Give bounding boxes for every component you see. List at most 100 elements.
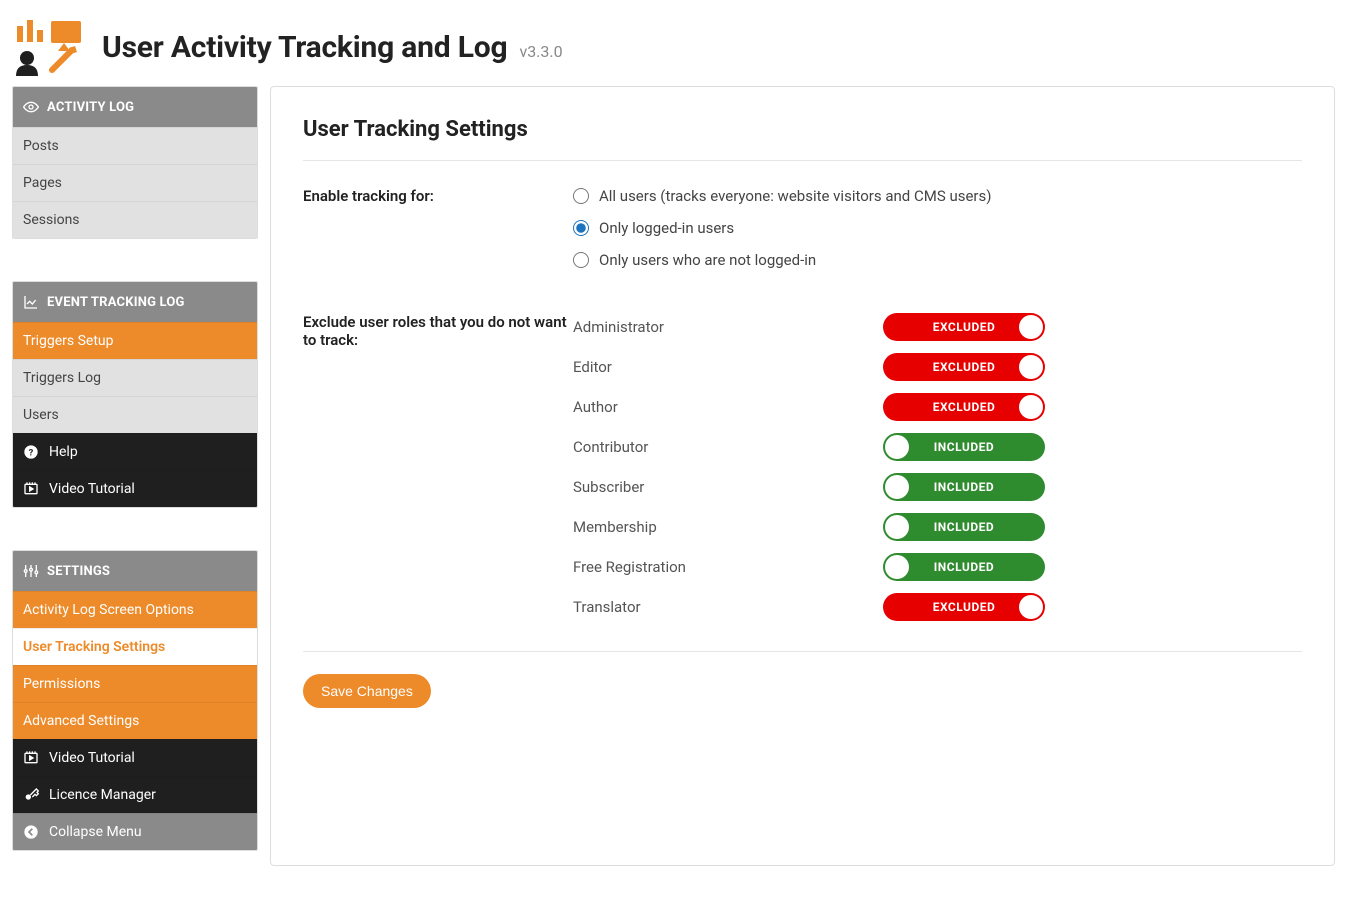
toggle-knob [1019, 595, 1043, 619]
sliders-icon [23, 563, 39, 579]
sidebar-item-label: Sessions [23, 212, 80, 228]
sidebar-item[interactable]: Permissions [13, 665, 257, 702]
sidebar-item[interactable]: Activity Log Screen Options [13, 591, 257, 628]
tracking-radio[interactable] [573, 252, 589, 268]
role-row: EditorEXCLUDED [573, 353, 1302, 381]
role-name: Translator [573, 598, 863, 616]
role-row: Author EXCLUDED [573, 393, 1302, 421]
sidebar-item-label: Permissions [23, 676, 100, 692]
tracking-option-label: All users (tracks everyone: website visi… [599, 187, 991, 205]
settings-heading: User Tracking Settings [303, 117, 1302, 142]
role-row: Administrator EXCLUDED [573, 313, 1302, 341]
role-row: Contributor INCLUDED [573, 433, 1302, 461]
tracking-option[interactable]: All users (tracks everyone: website visi… [573, 187, 1302, 205]
sidebar-item-label: Collapse Menu [49, 824, 142, 840]
eye-icon [23, 99, 39, 115]
sidebar-section-title: ACTIVITY LOG [47, 100, 134, 115]
toggle-knob [885, 515, 909, 539]
sidebar-item[interactable]: Posts [13, 127, 257, 164]
page-title: User Activity Tracking and Log [102, 30, 507, 65]
role-toggle[interactable]: EXCLUDED [883, 313, 1045, 341]
version-label: v3.3.0 [519, 42, 562, 61]
sidebar-item-label: Activity Log Screen Options [23, 602, 194, 618]
role-name: Membership [573, 518, 863, 536]
role-row: Membership INCLUDED [573, 513, 1302, 541]
role-toggle[interactable]: EXCLUDED [883, 593, 1045, 621]
tracking-option[interactable]: Only users who are not logged-in [573, 251, 1302, 269]
sidebar-item[interactable]: Advanced Settings [13, 702, 257, 739]
sidebar-section-title: EVENT TRACKING LOG [47, 295, 185, 310]
sidebar-item[interactable]: User Tracking Settings [13, 628, 257, 665]
sidebar-item-label: Video Tutorial [49, 481, 135, 497]
sidebar-item-label: Pages [23, 175, 62, 191]
key-icon [23, 787, 39, 803]
role-row: Translator EXCLUDED [573, 593, 1302, 621]
help-icon: ? [23, 444, 39, 460]
svg-text:?: ? [29, 447, 34, 458]
toggle-knob [1019, 395, 1043, 419]
roles-list: AdministratorEXCLUDEDEditorEXCLUDEDAutho… [573, 313, 1302, 621]
role-toggle-label: EXCLUDED [933, 400, 996, 414]
main-panel: User Tracking Settings Enable tracking f… [270, 86, 1335, 866]
sidebar-item-label: Triggers Log [23, 370, 101, 386]
sidebar-section: EVENT TRACKING LOG Triggers Setup Triggers… [12, 281, 258, 508]
role-toggle[interactable]: INCLUDED [883, 553, 1045, 581]
role-row: Free Registration INCLUDED [573, 553, 1302, 581]
page-header: User Activity Tracking and Log v3.3.0 [0, 0, 1347, 86]
sidebar-item-label: Users [23, 407, 59, 423]
role-name: Contributor [573, 438, 863, 456]
sidebar-item-label: Posts [23, 138, 59, 154]
role-name: Administrator [573, 318, 863, 336]
role-name: Subscriber [573, 478, 863, 496]
sidebar-item[interactable]: Licence Manager [13, 776, 257, 813]
role-toggle[interactable]: EXCLUDED [883, 353, 1045, 381]
sidebar-item[interactable]: Collapse Menu [13, 813, 257, 850]
chart-icon [23, 294, 39, 310]
sidebar-section-title: SETTINGS [47, 564, 110, 579]
sidebar-section: ACTIVITY LOG Posts Pages Sessions [12, 86, 258, 239]
enable-tracking-row: Enable tracking for: All users (tracks e… [303, 187, 1302, 283]
role-toggle[interactable]: INCLUDED [883, 513, 1045, 541]
sidebar-item[interactable]: Users [13, 396, 257, 433]
role-toggle-label: INCLUDED [934, 480, 994, 494]
role-toggle-label: EXCLUDED [933, 320, 996, 334]
role-name: Author [573, 398, 863, 416]
sidebar-item-label: Advanced Settings [23, 713, 139, 729]
tracking-option-label: Only logged-in users [599, 219, 734, 237]
toggle-knob [1019, 355, 1043, 379]
toggle-knob [1019, 315, 1043, 339]
role-toggle-label: EXCLUDED [933, 360, 996, 374]
tracking-radio[interactable] [573, 188, 589, 204]
sidebar-section-header: EVENT TRACKING LOG [13, 282, 257, 322]
sidebar: ACTIVITY LOG Posts Pages Sessions EVENT TRAC… [12, 86, 258, 851]
save-changes-button[interactable]: Save Changes [303, 674, 431, 708]
sidebar-item[interactable]: Video Tutorial [13, 470, 257, 507]
sidebar-item[interactable]: Video Tutorial [13, 739, 257, 776]
role-row: Subscriber INCLUDED [573, 473, 1302, 501]
sidebar-item-label: Help [49, 444, 78, 460]
sidebar-item-label: Licence Manager [49, 787, 156, 803]
sidebar-item[interactable]: Sessions [13, 201, 257, 238]
role-toggle[interactable]: INCLUDED [883, 433, 1045, 461]
toggle-knob [885, 555, 909, 579]
sidebar-section-header: SETTINGS [13, 551, 257, 591]
sidebar-section-header: ACTIVITY LOG [13, 87, 257, 127]
role-toggle[interactable]: EXCLUDED [883, 393, 1045, 421]
tracking-option[interactable]: Only logged-in users [573, 219, 1302, 237]
sidebar-section: SETTINGS Activity Log Screen Options User … [12, 550, 258, 851]
tracking-radio[interactable] [573, 220, 589, 236]
role-name: Free Registration [573, 558, 863, 576]
role-toggle[interactable]: INCLUDED [883, 473, 1045, 501]
role-toggle-label: INCLUDED [934, 520, 994, 534]
video-icon [23, 481, 39, 497]
sidebar-item-label: Video Tutorial [49, 750, 135, 766]
toggle-knob [885, 475, 909, 499]
video-icon [23, 750, 39, 766]
enable-tracking-options: All users (tracks everyone: website visi… [573, 187, 1302, 283]
exclude-roles-label: Exclude user roles that you do not want … [303, 313, 573, 349]
sidebar-item[interactable]: Triggers Log [13, 359, 257, 396]
sidebar-item[interactable]: Pages [13, 164, 257, 201]
collapse-icon [23, 824, 39, 840]
sidebar-item[interactable]: Triggers Setup [13, 322, 257, 359]
sidebar-item[interactable]: ? Help [13, 433, 257, 470]
